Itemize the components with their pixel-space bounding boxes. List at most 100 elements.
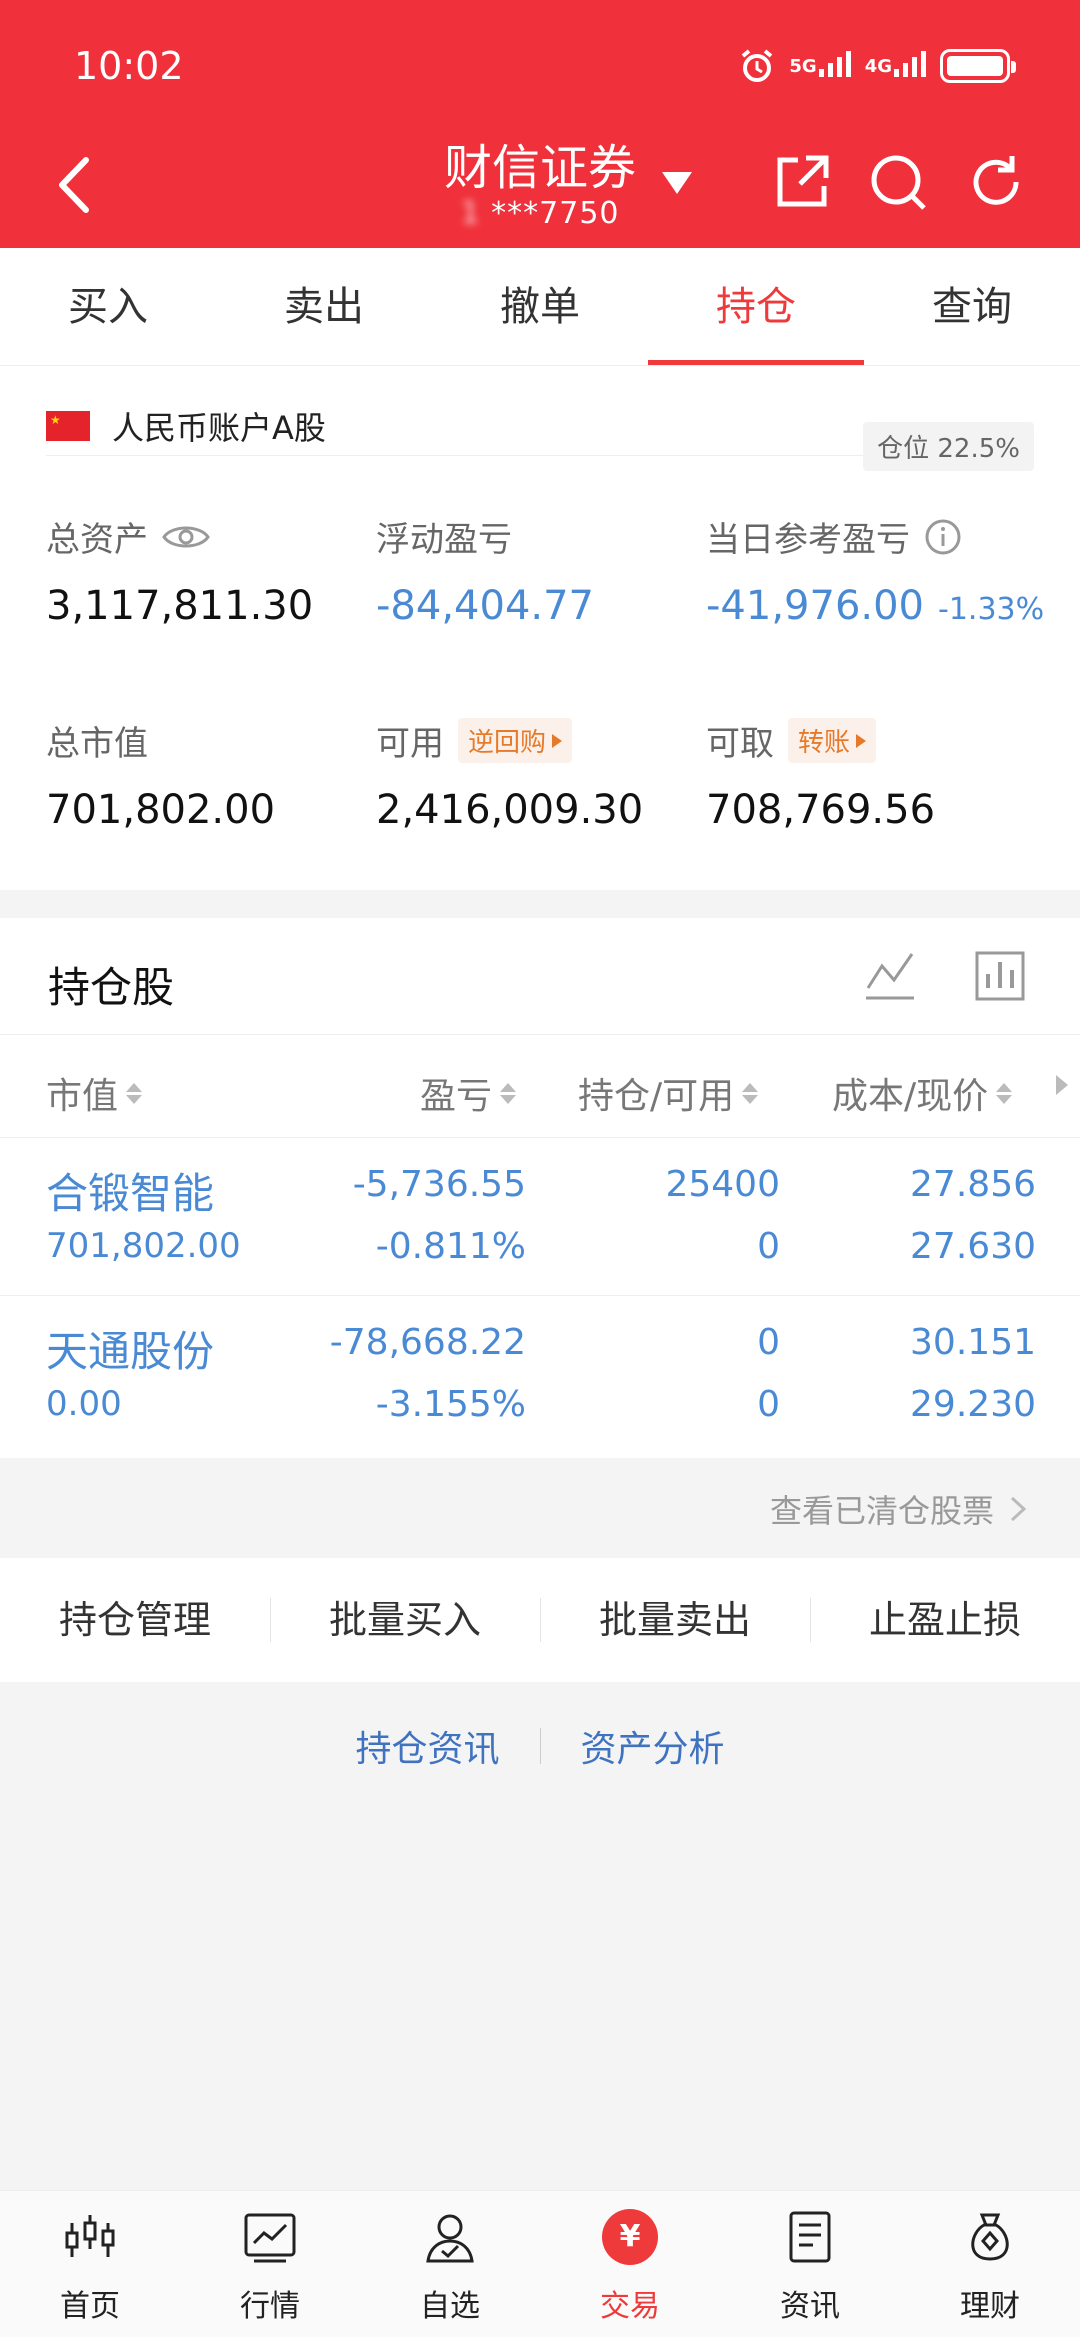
metric-withdrawable: 可取 转账 708,769.56 [706,716,935,833]
chevron-right-icon [1010,1496,1027,1522]
nav-news[interactable]: 资讯 [720,2191,900,2337]
sort-icon [500,1082,517,1104]
tab-query[interactable]: 查询 [864,248,1080,365]
column-market-value[interactable]: 市值 [46,1067,143,1119]
footer-links: 持仓资讯 资产分析 [0,1720,1080,1772]
nav-news-label: 资讯 [780,2289,840,2324]
transfer-label: 转账 [798,728,851,758]
net-label-5g: 5G [789,55,817,77]
table-row[interactable]: 合锻智能 701,802.00 -5,736.55 -0.811% 25400 … [0,1138,1080,1296]
share-icon[interactable] [770,150,834,214]
tab-positions[interactable]: 持仓 [648,248,864,365]
stock-price: 29.230 [910,1384,1036,1425]
nav-trade-label: 交易 [600,2289,660,2324]
cleared-stocks-link[interactable]: 查看已清仓股票 [0,1458,1080,1558]
daily-pl-pct: -1.33% [938,592,1045,627]
transfer-button[interactable]: 转账 [788,718,877,763]
batch-buy-button[interactable]: 批量买入 [270,1558,540,1682]
holding-actions-bar: 持仓管理 批量买入 批量卖出 止盈止损 [0,1558,1080,1682]
bottom-nav: 首页 行情 自选 ¥ 交易 资讯 理财 [0,2190,1080,2337]
china-flag-icon [46,410,90,441]
sort-icon [742,1082,759,1104]
column-qty-label: 持仓/可用 [578,1076,735,1117]
column-market-value-label: 市值 [46,1076,119,1117]
position-ratio-badge: 仓位 22.5% [863,422,1034,471]
account-name: 人民币账户A股 [112,408,326,447]
nav-market[interactable]: 行情 [180,2191,360,2337]
yen-icon: ¥ [602,2209,658,2265]
nav-market-label: 行情 [240,2289,300,2324]
stock-pl: -78,668.22 [329,1322,526,1363]
stock-price: 27.630 [910,1226,1036,1267]
link-divider [539,1728,541,1764]
daily-pl-label: 当日参考盈亏 [706,520,910,560]
table-row[interactable]: 天通股份 0.00 -78,668.22 -3.155% 0 0 30.151 … [0,1296,1080,1454]
floating-pl-value: -84,404.77 [376,583,595,629]
search-icon[interactable] [866,150,930,214]
nav-home[interactable]: 首页 [0,2191,180,2337]
tab-buy[interactable]: 买入 [0,248,216,365]
metric-floating-pl: 浮动盈亏 -84,404.77 [376,512,594,629]
scroll-right-icon[interactable] [1056,1075,1068,1095]
stock-name: 合锻智能 [46,1169,215,1218]
asset-analysis-link[interactable]: 资产分析 [581,1720,725,1772]
account-masked: ***7750 [491,196,620,231]
column-qty[interactable]: 持仓/可用 [578,1067,759,1119]
metric-market-value: 总市值 701,802.00 [46,716,275,833]
cleared-stocks-label: 查看已清仓股票 [769,1492,994,1530]
triangle-right-icon [856,733,867,748]
stock-qty: 25400 [665,1164,780,1205]
reverse-repo-button[interactable]: 逆回购 [458,718,573,763]
stock-available: 0 [757,1384,780,1425]
info-icon[interactable] [924,518,962,556]
withdrawable-value: 708,769.56 [706,787,936,833]
triangle-right-icon [552,733,563,748]
candlestick-icon [65,2215,115,2257]
signal-5g-icon: 5G [789,50,851,77]
stock-market-value: 0.00 [46,1384,122,1424]
column-cost-label: 成本/现价 [832,1076,989,1117]
refresh-icon[interactable] [964,150,1028,214]
nav-wealth-label: 理财 [960,2289,1020,2324]
money-bag-icon [971,2213,1009,2261]
status-icons: 5G 4G [739,48,1016,84]
bar-chart-icon[interactable] [972,948,1028,1004]
sort-icon [126,1082,143,1104]
metric-available: 可用 逆回购 2,416,009.30 [376,716,643,833]
stock-available: 0 [757,1226,780,1267]
stock-cost: 27.856 [910,1164,1036,1205]
stock-pl: -5,736.55 [352,1164,526,1205]
available-label: 可用 [376,724,444,764]
column-pl[interactable]: 盈亏 [420,1067,517,1119]
withdrawable-label: 可取 [706,724,774,764]
manage-positions-button[interactable]: 持仓管理 [0,1558,270,1682]
column-cost[interactable]: 成本/现价 [832,1067,1013,1119]
chart-icon [244,2213,296,2263]
stop-profit-loss-button[interactable]: 止盈止损 [810,1558,1080,1682]
floating-pl-label: 浮动盈亏 [376,520,512,560]
metric-daily-pl: 当日参考盈亏 -41,976.00 -1.33% [706,512,1044,629]
total-assets-value: 3,117,811.30 [46,583,314,629]
account-row: 人民币账户A股 仓位 22.5% [46,396,1034,471]
metric-total-assets: 总资产 3,117,811.30 [46,512,313,629]
batch-sell-button[interactable]: 批量卖出 [540,1558,810,1682]
status-time: 10:02 [74,44,184,88]
available-value: 2,416,009.30 [376,787,644,833]
nav-wealth[interactable]: 理财 [900,2191,1080,2337]
caret-down-icon[interactable] [660,168,694,196]
line-chart-icon[interactable] [862,948,918,1004]
holdings-news-link[interactable]: 持仓资讯 [355,1720,499,1772]
signal-4g-icon: 4G [865,50,926,77]
column-pl-label: 盈亏 [420,1076,493,1117]
top-bar: 10:02 5G 4G 财信证券 1 ***7750 [0,0,1080,248]
account-prefix-blurred: 1 [460,196,481,231]
tab-cancel[interactable]: 撤单 [432,248,648,365]
document-icon [789,2211,831,2263]
tab-sell[interactable]: 卖出 [216,248,432,365]
stock-cost: 30.151 [910,1322,1036,1363]
nav-trade[interactable]: ¥ 交易 [540,2191,720,2337]
daily-pl-value: -41,976.00 [706,583,925,629]
eye-icon[interactable] [162,521,210,553]
nav-watchlist[interactable]: 自选 [360,2191,540,2337]
stock-market-value: 701,802.00 [46,1226,241,1266]
